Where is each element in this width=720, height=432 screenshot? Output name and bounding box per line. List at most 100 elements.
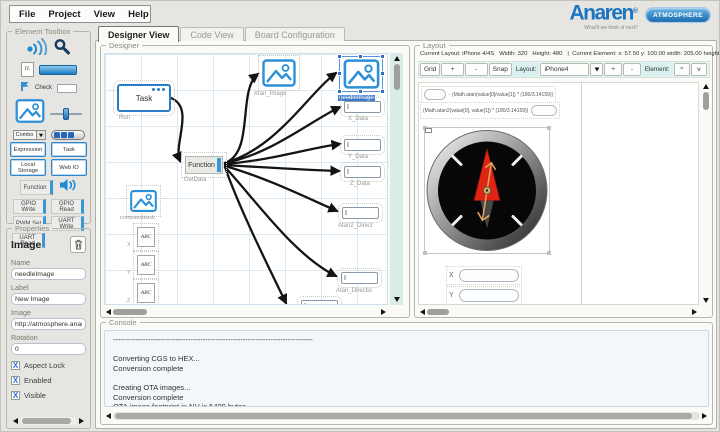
x-data-node[interactable]: I bbox=[340, 97, 385, 117]
y-data-node[interactable]: I bbox=[340, 135, 385, 155]
element-toolbox-panel: Element Toolbox TL Check Combo Expressio… bbox=[6, 27, 91, 248]
z-data-node[interactable]: I bbox=[340, 162, 385, 182]
aspect-lock-checkbox[interactable]: X Aspect Lock bbox=[11, 361, 86, 370]
tab-board-configuration[interactable]: Board Configuration bbox=[244, 27, 345, 41]
element-lower-button[interactable]: v bbox=[690, 63, 707, 76]
aspect-lock-label: Aspect Lock bbox=[24, 361, 65, 370]
console-panel: Console --------------------------------… bbox=[100, 318, 713, 425]
wire-task-function bbox=[169, 96, 184, 163]
slider-icon[interactable] bbox=[50, 107, 82, 120]
y-field-element[interactable]: Y bbox=[446, 286, 522, 304]
combobox-icon[interactable]: Combo bbox=[12, 130, 46, 140]
y-field[interactable] bbox=[458, 289, 519, 302]
expression-text-2: (Math.atan2(value[0], value[1]) * (180/3… bbox=[423, 107, 529, 114]
zoom-minus-button[interactable]: - bbox=[623, 63, 641, 76]
text-cursor-icon: I bbox=[304, 303, 306, 305]
atan-directio-node[interactable]: I bbox=[337, 268, 382, 288]
expression-element-2[interactable]: (Math.atan2(value[0], value[1]) * (180/3… bbox=[419, 102, 561, 119]
name-field[interactable] bbox=[11, 268, 86, 280]
atan-image-name: Atan_Image bbox=[254, 91, 287, 97]
grid-minus-button[interactable]: - bbox=[464, 63, 488, 76]
toolbox-item-local-storage[interactable]: Local Storage bbox=[10, 159, 46, 176]
console-hscrollbar[interactable] bbox=[104, 411, 709, 420]
wire-atan-directio bbox=[223, 165, 338, 278]
abc-icon: ABC bbox=[140, 262, 152, 268]
menu-item-view[interactable]: View bbox=[94, 9, 115, 20]
toolbox-item-web-io[interactable]: Web IO bbox=[51, 159, 87, 176]
label-node-z[interactable]: ABC bbox=[133, 279, 159, 304]
enabled-checkbox[interactable]: X Enabled bbox=[11, 376, 86, 385]
menu-item-file[interactable]: File bbox=[19, 9, 35, 20]
checkbox-icon[interactable] bbox=[20, 79, 30, 97]
image-icon[interactable] bbox=[15, 99, 45, 128]
atan2-direct-node[interactable]: I bbox=[338, 203, 383, 223]
layout-dropdown-caret-icon[interactable] bbox=[590, 63, 604, 76]
scroll-up-icon bbox=[702, 84, 709, 89]
compassblack-node[interactable] bbox=[126, 185, 161, 217]
zoom-plus-button[interactable]: + bbox=[604, 63, 623, 76]
designer-hscrollbar[interactable] bbox=[104, 307, 388, 316]
text-cursor-icon: I bbox=[345, 209, 347, 217]
layout-canvas[interactable]: - (Math.atan(value[0]/value[1]) * (180/3… bbox=[418, 82, 699, 305]
element-raise-button[interactable]: ^ bbox=[673, 63, 690, 76]
speaker-icon[interactable] bbox=[58, 178, 78, 197]
toolbox-item-task[interactable]: Task bbox=[51, 142, 87, 157]
expression-element-1[interactable]: - (Math.atan(value[0]/value[1]) * (180/3… bbox=[420, 86, 557, 103]
layout-select[interactable]: iPhone4 bbox=[540, 63, 590, 76]
layout-hscrollbar[interactable] bbox=[418, 307, 699, 316]
task-node[interactable]: Task bbox=[113, 80, 175, 116]
check-field[interactable] bbox=[57, 83, 77, 93]
label-icon[interactable]: TL bbox=[20, 62, 34, 77]
checkbox-check-icon: X bbox=[11, 390, 20, 400]
toolbox-item-gpio-write[interactable]: GPIO Write bbox=[13, 199, 46, 214]
name-label: Name bbox=[11, 258, 31, 267]
scroll-up-icon bbox=[393, 56, 400, 61]
grid-button[interactable]: Grid bbox=[420, 63, 441, 76]
tab-designer-view[interactable]: Designer View bbox=[98, 26, 180, 42]
label-field[interactable] bbox=[11, 293, 86, 305]
tab-code-view[interactable]: Code View bbox=[180, 27, 244, 41]
function-node[interactable]: Function bbox=[181, 152, 227, 178]
snap-button[interactable]: Snap bbox=[488, 63, 512, 76]
layout-select-label: Layout: bbox=[512, 63, 540, 76]
toolbox-item-expression[interactable]: Expression bbox=[10, 142, 46, 157]
bottom-field-node[interactable]: I bbox=[297, 296, 342, 305]
layout-vscrollbar[interactable] bbox=[700, 82, 711, 305]
x-field[interactable] bbox=[458, 269, 519, 282]
console-legend: Console bbox=[106, 318, 140, 327]
designer-vscrollbar[interactable] bbox=[390, 53, 403, 305]
grid-plus-button[interactable]: + bbox=[441, 63, 464, 76]
element-type-title: Image bbox=[11, 238, 42, 251]
compass-element-selected[interactable] bbox=[423, 126, 551, 255]
label-label: Label bbox=[11, 283, 29, 292]
button-icon[interactable] bbox=[38, 64, 77, 75]
designer-canvas[interactable]: Task Run Function GetData Atan_Image nee… bbox=[104, 53, 388, 305]
expression-field[interactable] bbox=[531, 105, 558, 116]
x-field-element[interactable]: X bbox=[446, 266, 522, 285]
label-node-x[interactable]: ABC bbox=[133, 223, 159, 251]
expression-field[interactable] bbox=[424, 89, 446, 100]
properties-hscrollbar[interactable] bbox=[11, 416, 86, 425]
layout-panel: Layout Current Layout: iPhone 4/4S Width… bbox=[414, 41, 719, 318]
progressbar-icon[interactable] bbox=[50, 130, 85, 140]
wireless-icon[interactable] bbox=[26, 38, 48, 60]
label-node-y[interactable]: ABC bbox=[133, 251, 159, 279]
rotation-field[interactable] bbox=[11, 343, 86, 355]
magnifier-icon[interactable] bbox=[53, 38, 71, 60]
menu-item-help[interactable]: Help bbox=[128, 9, 149, 20]
task-node-name: Run bbox=[119, 115, 131, 121]
z-data-name: Z_Data bbox=[350, 181, 370, 187]
node-menu-dots-icon bbox=[162, 88, 165, 91]
scroll-down-icon bbox=[393, 297, 400, 302]
console-output: ----------------------------------------… bbox=[104, 330, 709, 407]
properties-panel: Properties Image Name Label Image Rotati… bbox=[6, 224, 91, 429]
image-url-field[interactable] bbox=[11, 318, 86, 330]
visible-checkbox[interactable]: X Visible bbox=[11, 391, 86, 400]
toolbox-item-gpio-read[interactable]: GPIO Read bbox=[51, 199, 84, 214]
toolbox-item-function[interactable]: Function bbox=[19, 180, 53, 195]
needle-image-node-selected[interactable] bbox=[337, 54, 385, 94]
delete-element-button[interactable] bbox=[70, 236, 86, 253]
menu-item-project[interactable]: Project bbox=[48, 9, 80, 20]
atan-image-node[interactable] bbox=[258, 55, 300, 91]
atan-directio-name: Atan_Directio bbox=[336, 288, 373, 294]
